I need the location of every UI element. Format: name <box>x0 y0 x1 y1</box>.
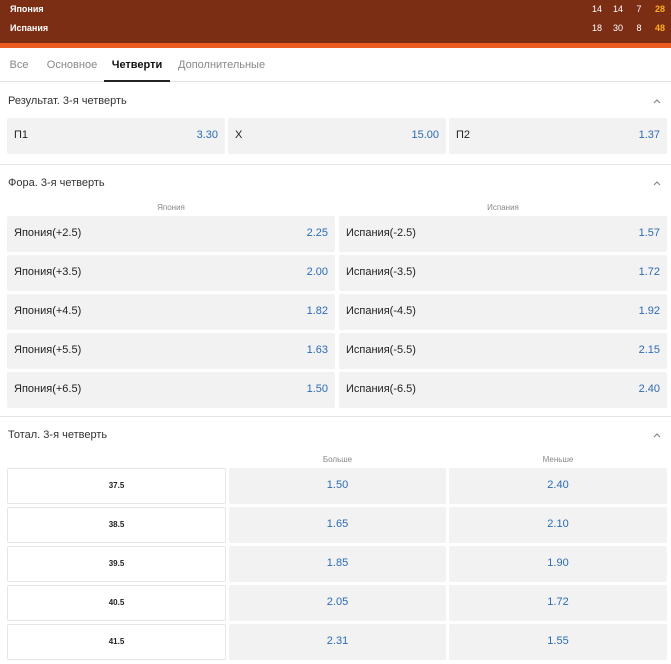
team-name: Испания <box>10 23 49 33</box>
outcome-p2[interactable]: П2 1.37 <box>449 118 667 154</box>
total-score: 28 <box>654 4 665 14</box>
quarter-score: 7 <box>636 4 642 14</box>
section-title-handicap: Фора. 3-я четверть <box>8 177 105 189</box>
outcome-odd: 3.30 <box>196 129 218 141</box>
handicap-cell-left[interactable]: Япония(+5.5) 1.63 <box>7 333 335 369</box>
handicap-label: Япония(+6.5) <box>14 383 82 395</box>
quarter-score: 18 <box>591 23 602 33</box>
total-over-cell[interactable]: 2.05 <box>229 585 446 621</box>
handicap-odd: 1.82 <box>306 305 328 317</box>
total-line-value: 41.5 <box>108 637 125 646</box>
chevron-up-icon[interactable] <box>651 429 663 441</box>
handicap-cell-right[interactable]: Испания(-3.5) 1.72 <box>339 255 667 291</box>
outcome-odd: 1.37 <box>638 129 660 141</box>
scoreboard: Япония 14 14 7 28 Испания 18 30 8 48 <box>0 0 671 43</box>
total-line-value: 37.5 <box>108 481 125 490</box>
total-under-cell[interactable]: 2.40 <box>449 468 667 504</box>
over-odd: 2.05 <box>326 596 349 608</box>
total-over-cell[interactable]: 1.50 <box>229 468 446 504</box>
section-title-result: Результат. 3-я четверть <box>8 95 127 107</box>
outcome-label: П2 <box>456 129 471 141</box>
column-header-over: Больше <box>322 455 353 464</box>
outcome-odd: 15.00 <box>411 129 439 141</box>
under-odd: 2.10 <box>547 518 569 530</box>
handicap-label: Япония(+3.5) <box>14 266 82 278</box>
handicap-odd: 2.15 <box>638 344 660 356</box>
total-line: 39.5 <box>7 546 226 582</box>
handicap-label: Испания(-4.5) <box>346 305 416 317</box>
handicap-odd: 1.92 <box>638 305 660 317</box>
divider <box>0 416 671 417</box>
under-odd: 2.40 <box>547 479 569 491</box>
handicap-cell-right[interactable]: Испания(-6.5) 2.40 <box>339 372 667 408</box>
handicap-label: Япония(+4.5) <box>14 305 82 317</box>
quarter-score: 14 <box>591 4 602 14</box>
handicap-odd: 1.50 <box>306 383 328 395</box>
tab-main[interactable]: Основное <box>46 48 98 82</box>
over-odd: 2.31 <box>326 635 349 647</box>
total-under-cell[interactable]: 1.90 <box>449 546 667 582</box>
handicap-odd: 2.25 <box>306 227 328 239</box>
outcome-p1[interactable]: П1 3.30 <box>7 118 225 154</box>
handicap-cell-right[interactable]: Испания(-2.5) 1.57 <box>339 216 667 252</box>
quarter-score: 8 <box>636 23 642 33</box>
tab-all[interactable]: Все <box>8 48 30 82</box>
total-over-cell[interactable]: 1.65 <box>229 507 446 543</box>
outcome-label: X <box>235 129 243 141</box>
column-header-japan: Япония <box>157 203 185 212</box>
team-name: Япония <box>10 4 44 14</box>
chevron-up-icon[interactable] <box>651 177 663 189</box>
total-under-cell[interactable]: 2.10 <box>449 507 667 543</box>
under-odd: 1.55 <box>547 635 569 647</box>
over-odd: 1.85 <box>326 557 349 569</box>
total-under-cell[interactable]: 1.72 <box>449 585 667 621</box>
outcome-x[interactable]: X 15.00 <box>228 118 446 154</box>
handicap-odd: 1.57 <box>638 227 660 239</box>
total-line: 40.5 <box>7 585 226 621</box>
handicap-cell-left[interactable]: Япония(+2.5) 2.25 <box>7 216 335 252</box>
handicap-label: Испания(-6.5) <box>346 383 416 395</box>
section-title-total: Тотал. 3-я четверть <box>8 429 108 441</box>
total-line: 37.5 <box>7 468 226 504</box>
scoreboard-row-team1: Япония 14 14 7 28 <box>0 0 671 20</box>
tab-additional[interactable]: Дополнительные <box>178 48 265 82</box>
handicap-cell-right[interactable]: Испания(-4.5) 1.92 <box>339 294 667 330</box>
scoreboard-row-team2: Испания 18 30 8 48 <box>0 19 671 39</box>
total-line-value: 38.5 <box>108 520 125 529</box>
total-over-cell[interactable]: 1.85 <box>229 546 446 582</box>
total-line: 38.5 <box>7 507 226 543</box>
column-header-under: Меньше <box>542 455 574 464</box>
handicap-label: Испания(-2.5) <box>346 227 416 239</box>
handicap-label: Япония(+5.5) <box>14 344 82 356</box>
tab-quarters[interactable]: Четверти <box>104 48 170 82</box>
handicap-odd: 1.63 <box>306 344 328 356</box>
outcome-label: П1 <box>14 129 29 141</box>
handicap-label: Япония(+2.5) <box>14 227 82 239</box>
handicap-odd: 2.40 <box>638 383 660 395</box>
total-score: 48 <box>654 23 665 33</box>
handicap-cell-left[interactable]: Япония(+4.5) 1.82 <box>7 294 335 330</box>
under-odd: 1.90 <box>547 557 569 569</box>
handicap-cell-right[interactable]: Испания(-5.5) 2.15 <box>339 333 667 369</box>
market-tabs: Все Основное Четверти Дополнительные <box>0 48 671 82</box>
quarter-score: 14 <box>612 4 623 14</box>
total-under-cell[interactable]: 1.55 <box>449 624 667 660</box>
under-odd: 1.72 <box>547 596 569 608</box>
handicap-label: Испания(-3.5) <box>346 266 416 278</box>
column-header-spain: Испания <box>487 203 519 212</box>
total-line-value: 39.5 <box>108 559 125 568</box>
over-odd: 1.50 <box>326 479 349 491</box>
divider <box>0 164 671 165</box>
handicap-label: Испания(-5.5) <box>346 344 416 356</box>
total-over-cell[interactable]: 2.31 <box>229 624 446 660</box>
chevron-up-icon[interactable] <box>651 95 663 107</box>
total-line-value: 40.5 <box>108 598 125 607</box>
handicap-odd: 1.72 <box>638 266 660 278</box>
handicap-cell-left[interactable]: Япония(+3.5) 2.00 <box>7 255 335 291</box>
handicap-cell-left[interactable]: Япония(+6.5) 1.50 <box>7 372 335 408</box>
handicap-odd: 2.00 <box>306 266 328 278</box>
total-line: 41.5 <box>7 624 226 660</box>
quarter-score: 30 <box>612 23 623 33</box>
over-odd: 1.65 <box>326 518 349 530</box>
